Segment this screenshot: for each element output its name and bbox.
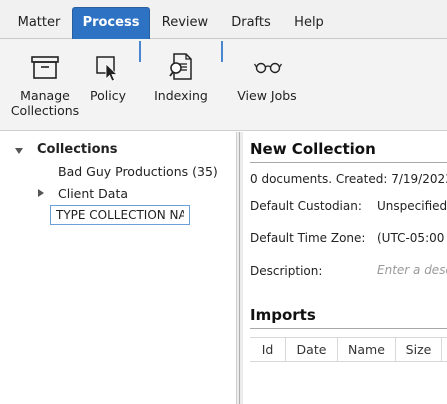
menu-tab-bar: Matter Process Review Drafts Help xyxy=(0,0,447,39)
tab-matter[interactable]: Matter xyxy=(6,8,72,39)
manage-collections-label-line2: Collections xyxy=(10,103,80,118)
collections-tree-pane: Collections Bad Guy Productions (35) Cli… xyxy=(0,132,236,404)
tree-root-collections[interactable]: Collections xyxy=(37,142,118,157)
column-header-name[interactable]: Name xyxy=(338,338,396,361)
tab-help[interactable]: Help xyxy=(282,8,336,39)
title-divider xyxy=(250,162,447,163)
pane-splitter[interactable] xyxy=(236,132,243,404)
box-icon xyxy=(30,54,60,83)
description-field[interactable]: Enter a description xyxy=(377,263,447,277)
indexing-button[interactable]: Indexing xyxy=(148,39,214,129)
ribbon-separator xyxy=(139,41,141,62)
imports-table-header: Id Date Name Size xyxy=(250,337,447,362)
tab-review[interactable]: Review xyxy=(150,8,220,39)
detail-title: New Collection xyxy=(250,140,376,158)
view-jobs-button[interactable]: View Jobs xyxy=(232,39,302,129)
column-header-size[interactable]: Size xyxy=(396,338,442,361)
custodian-label: Default Custodian: xyxy=(250,199,362,213)
timezone-label: Default Time Zone: xyxy=(250,231,366,245)
manage-collections-button[interactable]: Manage Collections xyxy=(8,39,82,129)
collection-summary: 0 documents. Created: 7/19/2023 xyxy=(250,172,447,186)
imports-title: Imports xyxy=(250,306,316,324)
glasses-icon xyxy=(254,60,282,77)
policy-label: Policy xyxy=(90,88,126,103)
new-collection-name-input[interactable] xyxy=(50,205,190,225)
column-header-id[interactable]: Id xyxy=(250,338,286,361)
collapse-arrow-icon[interactable] xyxy=(15,148,23,154)
policy-button[interactable]: Policy xyxy=(84,39,132,129)
ribbon-separator xyxy=(221,41,223,62)
custodian-value[interactable]: Unspecified xyxy=(377,199,447,213)
column-header-date[interactable]: Date xyxy=(286,338,338,361)
ribbon-toolbar: Manage Collections Policy Indexing View … xyxy=(0,39,447,131)
collection-detail-pane: New Collection 0 documents. Created: 7/1… xyxy=(243,132,447,404)
tree-item-bad-guy-productions[interactable]: Bad Guy Productions (35) xyxy=(58,164,218,179)
expand-arrow-icon[interactable] xyxy=(38,189,44,197)
document-index-icon xyxy=(169,52,195,85)
indexing-label: Indexing xyxy=(154,88,208,103)
view-jobs-label: View Jobs xyxy=(237,88,297,103)
tab-drafts[interactable]: Drafts xyxy=(220,8,282,39)
tree-item-client-data[interactable]: Client Data xyxy=(58,186,128,201)
manage-collections-label-line1: Manage xyxy=(20,88,70,103)
tab-process[interactable]: Process xyxy=(72,7,150,39)
imports-divider xyxy=(250,328,447,329)
cursor-icon xyxy=(95,54,121,85)
timezone-value[interactable]: (UTC-05:00 xyxy=(377,231,444,245)
description-label: Description: xyxy=(250,264,323,278)
